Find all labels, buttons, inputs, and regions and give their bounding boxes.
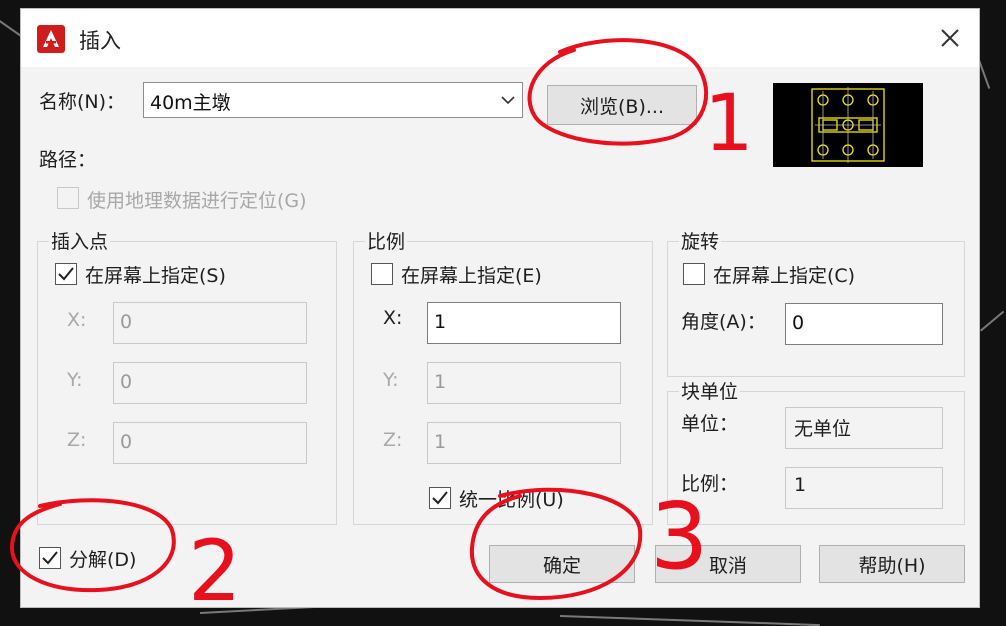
scale-x-label: X:: [383, 307, 403, 329]
insertion-z-field[interactable]: 0: [113, 422, 307, 464]
chevron-down-icon[interactable]: [500, 93, 516, 107]
name-combobox[interactable]: 40m主墩: [143, 82, 523, 118]
insertion-x-field[interactable]: 0: [113, 302, 307, 344]
angle-label: 角度(A)：: [681, 311, 766, 333]
explode-label: 分解(D): [69, 549, 137, 571]
uniform-scale-checkbox[interactable]: [429, 487, 451, 509]
unit-value: 无单位: [785, 407, 943, 449]
factor-label: 比例：: [681, 473, 739, 495]
scale-specify-label: 在屏幕上指定(E): [401, 265, 542, 287]
name-label: 名称(N)：: [39, 91, 126, 113]
rotation-specify-label: 在屏幕上指定(C): [713, 265, 856, 287]
close-icon[interactable]: [935, 23, 965, 53]
check-icon: [432, 491, 448, 505]
block-unit-title: 块单位: [679, 377, 741, 404]
help-button[interactable]: 帮助(H): [819, 545, 965, 583]
scale-z-field[interactable]: 1: [427, 422, 621, 464]
unit-label: 单位：: [681, 413, 739, 435]
block-preview: [773, 83, 923, 167]
scale-x-field[interactable]: 1: [427, 302, 621, 344]
insertion-x-label: X:: [67, 309, 87, 331]
scale-y-field[interactable]: 1: [427, 362, 621, 404]
background-line: [980, 310, 1005, 332]
check-icon: [58, 267, 74, 281]
geo-checkbox-label: 使用地理数据进行定位(G): [87, 190, 307, 212]
cancel-button[interactable]: 取消: [655, 545, 801, 583]
scale-title: 比例: [365, 227, 408, 254]
rotation-specify-checkbox[interactable]: [683, 263, 705, 285]
path-label: 路径：: [39, 149, 97, 171]
autocad-icon: [37, 25, 65, 53]
insertion-point-specify-label: 在屏幕上指定(S): [85, 265, 226, 287]
insertion-y-field[interactable]: 0: [113, 362, 307, 404]
insertion-y-label: Y:: [67, 369, 83, 391]
window-title: 插入: [79, 29, 121, 53]
check-icon: [42, 551, 58, 565]
browse-button[interactable]: 浏览(B)...: [547, 85, 697, 125]
factor-value: 1: [785, 467, 943, 509]
background-line: [559, 615, 820, 626]
name-value: 40m主墩: [150, 92, 231, 114]
angle-field[interactable]: 0: [785, 303, 943, 345]
geo-checkbox[interactable]: [57, 187, 79, 209]
insertion-z-label: Z:: [67, 429, 87, 451]
scale-specify-checkbox[interactable]: [371, 263, 393, 285]
insertion-point-specify-checkbox[interactable]: [55, 263, 77, 285]
explode-checkbox[interactable]: [39, 547, 61, 569]
scale-y-label: Y:: [383, 369, 399, 391]
rotation-title: 旋转: [679, 227, 722, 254]
insertion-point-title: 插入点: [49, 227, 111, 254]
uniform-scale-label: 统一比例(U): [459, 489, 564, 511]
insert-dialog: 插入 名称(N)： 40m主墩 浏览(B)... 路径： 使用地理数据进行定位(…: [20, 8, 980, 608]
ok-button[interactable]: 确定: [489, 545, 635, 583]
title-bar: 插入: [21, 9, 979, 67]
scale-z-label: Z:: [383, 429, 403, 451]
